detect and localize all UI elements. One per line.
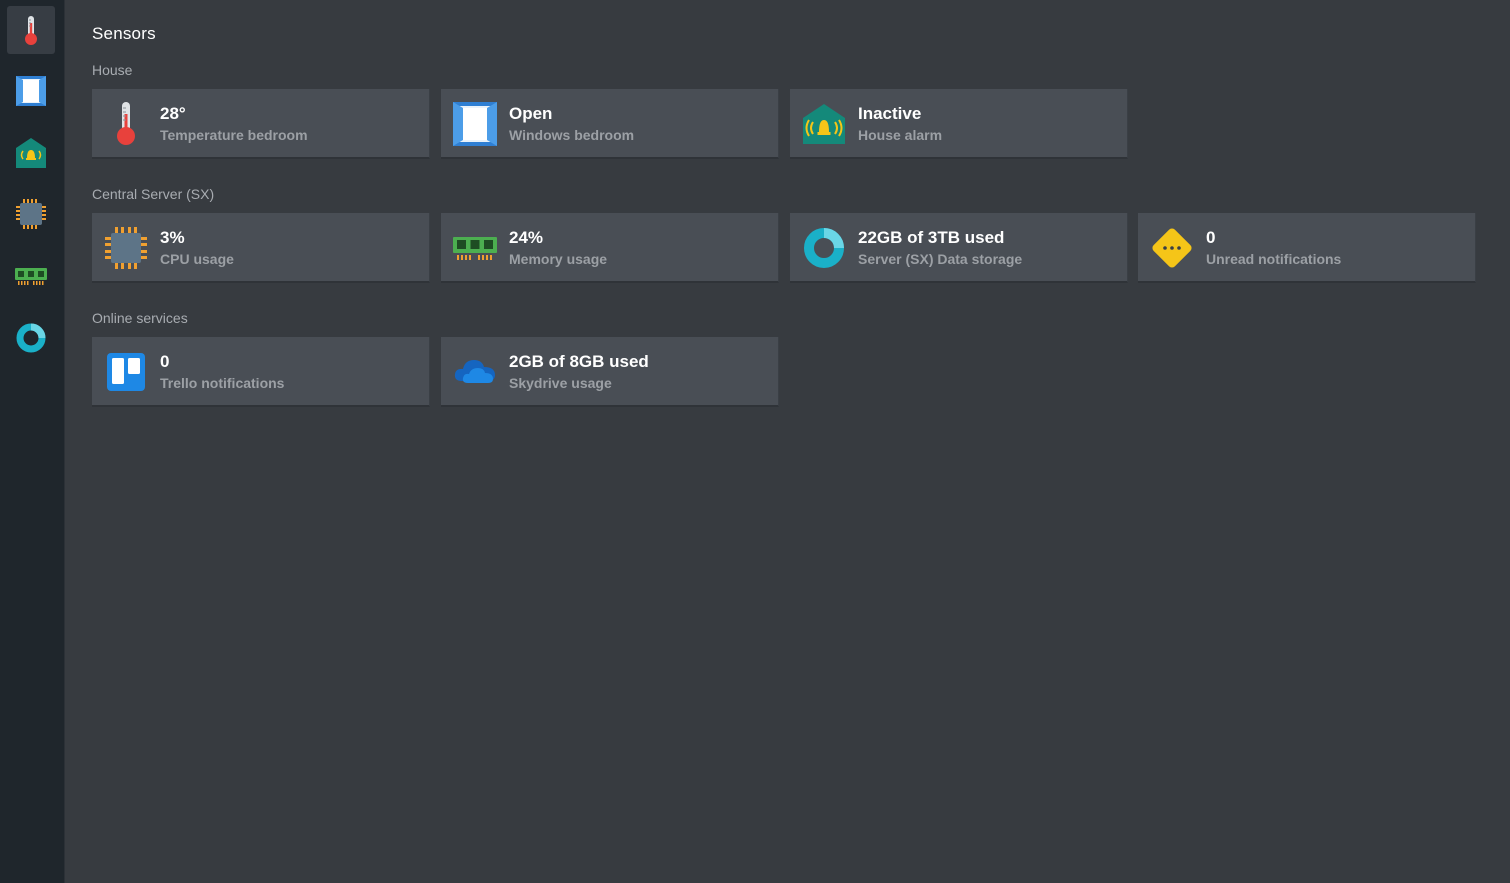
card-memory-usage[interactable]: 24% Memory usage — [441, 213, 779, 283]
card-windows-bedroom[interactable]: Open Windows bedroom — [441, 89, 779, 159]
card-value: 24% — [509, 228, 544, 247]
sidebar-item-windows[interactable] — [7, 67, 55, 115]
card-skydrive-usage[interactable]: 2GB of 8GB used Skydrive usage — [441, 337, 779, 407]
sidebar-item-cpu[interactable] — [7, 190, 55, 238]
card-temperature-bedroom[interactable]: 28° Temperature bedroom — [92, 89, 430, 159]
card-label: CPU usage — [160, 251, 234, 267]
card-label: Memory usage — [509, 251, 608, 267]
card-house-alarm[interactable]: Inactive House alarm — [790, 89, 1128, 159]
card-trello-notifications[interactable]: 0 Trello notifications — [92, 337, 430, 407]
cpu-chip-icon — [16, 199, 46, 229]
card-label: Trello notifications — [160, 375, 285, 391]
cpu-chip-icon — [102, 224, 150, 272]
card-label: Server (SX) Data storage — [858, 251, 1023, 267]
window-icon — [16, 76, 46, 106]
memory-ram-icon — [451, 224, 499, 272]
section-title-online-services: Online services — [92, 310, 188, 326]
house-alarm-icon — [16, 138, 46, 168]
warning-diamond-icon — [1148, 224, 1196, 272]
house-alarm-icon — [800, 100, 848, 148]
sidebar-item-alarm[interactable] — [7, 129, 55, 177]
thermometer-icon — [25, 16, 37, 45]
donut-storage-icon — [800, 224, 848, 272]
section-title-central-server: Central Server (SX) — [92, 186, 215, 202]
card-value: 22GB of 3TB used — [858, 228, 1005, 247]
card-label: Unread notifications — [1206, 251, 1342, 267]
thermometer-icon — [102, 100, 150, 148]
cloud-icon — [451, 348, 499, 396]
card-label: Windows bedroom — [509, 127, 635, 143]
main-content: Sensors House 28° Temperature bedroom Op… — [92, 0, 1510, 883]
card-cpu-usage[interactable]: 3% CPU usage — [92, 213, 430, 283]
memory-ram-icon — [15, 268, 47, 285]
card-label: Skydrive usage — [509, 375, 612, 391]
window-icon — [451, 100, 499, 148]
card-value: 3% — [160, 228, 185, 247]
sidebar-item-memory[interactable] — [7, 252, 55, 300]
sidebar-item-storage[interactable] — [7, 314, 55, 362]
card-label: Temperature bedroom — [160, 127, 308, 143]
card-value: Inactive — [858, 104, 922, 123]
sidebar — [0, 0, 65, 883]
sidebar-item-temperature[interactable] — [7, 6, 55, 54]
page-title: Sensors — [92, 24, 156, 43]
section-title-house: House — [92, 62, 133, 78]
card-value: 28° — [160, 104, 186, 123]
card-value: 2GB of 8GB used — [509, 352, 649, 371]
card-value: Open — [509, 104, 553, 123]
trello-icon — [102, 348, 150, 396]
donut-storage-icon — [16, 323, 46, 353]
card-value: 0 — [160, 352, 170, 371]
card-unread-notifications[interactable]: 0 Unread notifications — [1138, 213, 1476, 283]
card-data-storage[interactable]: 22GB of 3TB used Server (SX) Data storag… — [790, 213, 1128, 283]
card-label: House alarm — [858, 127, 943, 143]
card-value: 0 — [1206, 228, 1216, 247]
